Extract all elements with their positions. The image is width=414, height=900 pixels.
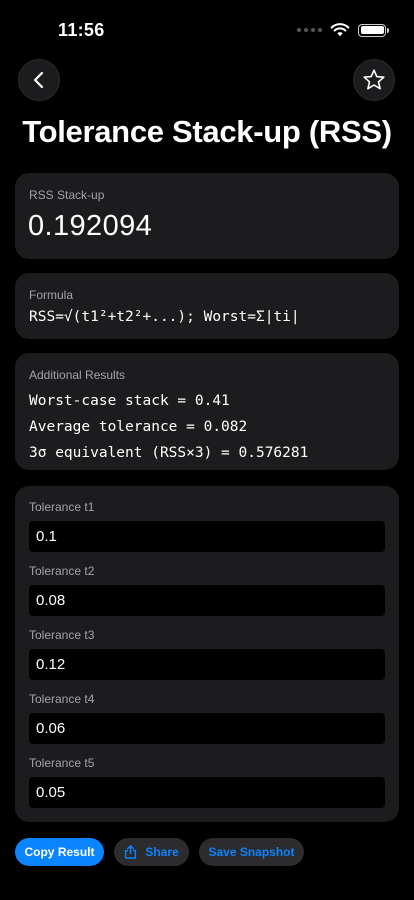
tolerance-t5-input[interactable]: 0.05	[29, 777, 385, 808]
additional-results-list: Worst-case stack = 0.41 Average toleranc…	[29, 388, 308, 466]
favorite-button[interactable]	[353, 59, 395, 101]
formula-label: Formula	[29, 288, 74, 302]
tolerance-t1-label: Tolerance t1	[29, 500, 95, 514]
tolerance-t2-input[interactable]: 0.08	[29, 585, 385, 616]
additional-result-line: 3σ equivalent (RSS×3) = 0.576281	[29, 445, 309, 461]
share-button[interactable]: Share	[114, 838, 189, 866]
additional-result-line: Worst-case stack = 0.41	[29, 393, 230, 409]
status-bar: 11:56	[0, 0, 414, 60]
result-label: RSS Stack-up	[29, 188, 105, 202]
formula-text: RSS=√(t1²+t2²+...); Worst=Σ|ti|	[29, 309, 300, 325]
tolerance-t3-label: Tolerance t3	[29, 628, 95, 642]
additional-result-line: Average tolerance = 0.082	[29, 419, 248, 435]
additional-results-card: Additional Results Worst-case stack = 0.…	[15, 353, 399, 470]
tolerance-t4-label: Tolerance t4	[29, 692, 95, 706]
page-title: Tolerance Stack-up (RSS)	[22, 114, 392, 149]
star-icon	[363, 69, 385, 90]
chevron-left-icon	[33, 71, 44, 89]
action-bar: Copy Result Share Save Snapshot	[15, 838, 304, 866]
status-icons	[297, 23, 389, 37]
tolerance-t1-input[interactable]: 0.1	[29, 521, 385, 552]
share-button-label: Share	[145, 845, 179, 859]
save-snapshot-button[interactable]: Save Snapshot	[199, 838, 304, 866]
tolerance-t4-input[interactable]: 0.06	[29, 713, 385, 744]
wifi-icon	[330, 23, 350, 37]
tolerance-t3-input[interactable]: 0.12	[29, 649, 385, 680]
status-time: 11:56	[58, 20, 105, 40]
share-icon	[125, 845, 137, 859]
cellular-signal-icon	[297, 28, 322, 32]
inputs-card: Tolerance t1 0.1 Tolerance t2 0.08 Toler…	[15, 486, 399, 822]
result-card: RSS Stack-up 0.192094	[15, 173, 399, 259]
result-value: 0.192094	[28, 210, 153, 242]
formula-card: Formula RSS=√(t1²+t2²+...); Worst=Σ|ti|	[15, 273, 399, 339]
tolerance-t2-label: Tolerance t2	[29, 564, 95, 578]
additional-results-label: Additional Results	[29, 368, 126, 382]
back-button[interactable]	[18, 59, 60, 101]
battery-icon	[358, 23, 389, 37]
tolerance-t5-label: Tolerance t5	[29, 756, 95, 770]
copy-result-button[interactable]: Copy Result	[15, 838, 104, 866]
